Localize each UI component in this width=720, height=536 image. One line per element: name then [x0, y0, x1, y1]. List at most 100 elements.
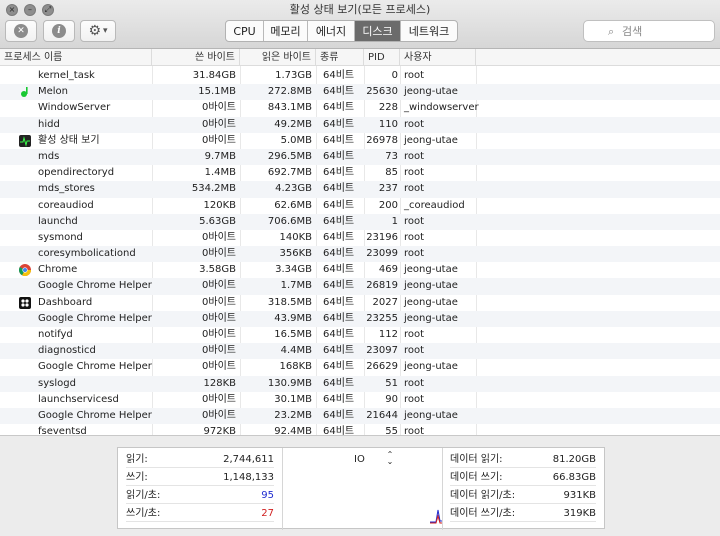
table-row[interactable]: Melon 15.1MB 272.8MB 64비트 25630 jeong-utae: [0, 84, 720, 101]
process-name-cell: syslogd: [38, 377, 76, 389]
column-header-bytes-read[interactable]: 읽은 바이트: [240, 49, 316, 66]
stop-process-icon: ✕: [14, 24, 28, 38]
column-header-user[interactable]: 사용자: [400, 49, 476, 66]
bytes-read-cell: 1.73GB: [275, 70, 312, 81]
bytes-written-cell: 15.1MB: [198, 86, 236, 98]
table-row[interactable]: Dashboard 0바이트 318.5MB 64비트 2027 jeong-utae: [0, 295, 720, 311]
column-header-bytes-written[interactable]: 쓴 바이트: [152, 49, 240, 66]
table-row[interactable]: Google Chrome Helper 0바이트 23.2MB 64비트 21644 j…: [0, 407, 720, 425]
tab-memory[interactable]: 메모리: [264, 21, 308, 41]
bytes-read-cell: 130.9MB: [267, 377, 312, 389]
disk-stats-panel: 읽기: 2,744,611 쓰기: 1,148,133 읽기/초: 95 쓰기/초: 27 I…: [117, 447, 605, 530]
action-menu-button[interactable]: ⚙ ▾: [80, 20, 116, 42]
bytes-written-cell: 5.63GB: [199, 215, 236, 227]
process-name-cell: notifyd: [38, 329, 73, 340]
table-row[interactable]: kernel_task 31.84GB 1.73GB 64비트 0 root: [0, 68, 720, 84]
bytes-read-cell: 692.7MB: [267, 167, 312, 179]
process-name-cell: launchservicesd: [38, 393, 119, 405]
bytes-written-cell: 0바이트: [202, 118, 236, 130]
tab-cpu[interactable]: CPU: [226, 21, 264, 41]
stat-value: 2,744,611: [223, 454, 274, 465]
table-row[interactable]: Chrome 3.58GB 3.34GB 64비트 469 jeong-utae: [0, 262, 720, 278]
pid-cell: 2027: [372, 296, 398, 308]
quit-process-button[interactable]: ✕: [5, 20, 37, 42]
table-row[interactable]: launchservicesd 0바이트 30.1MB 64비트 90 root: [0, 392, 720, 408]
table-row[interactable]: mds_stores 534.2MB 4.23GB 64비트 237 root: [0, 181, 720, 198]
kind-cell: 64비트: [323, 393, 355, 405]
stat-label: 데이터 읽기:: [450, 454, 503, 465]
tab-network[interactable]: 네트워크: [401, 21, 457, 41]
search-field[interactable]: ⌕ 검색: [583, 20, 715, 42]
stat-label: 쓰기:: [126, 472, 148, 483]
table-row[interactable]: launchd 5.63GB 706.6MB 64비트 1 root: [0, 213, 720, 230]
pid-cell: 112: [378, 329, 398, 340]
process-name-cell: 활성 상태 보기: [38, 134, 100, 146]
bytes-read-cell: 843.1MB: [267, 102, 312, 114]
process-name-cell: diagnosticd: [38, 345, 96, 357]
table-row[interactable]: notifyd 0바이트 16.5MB 64비트 112 root: [0, 327, 720, 343]
bytes-read-cell: 62.6MB: [274, 199, 312, 211]
kind-cell: 64비트: [323, 70, 355, 81]
pid-cell: 237: [378, 183, 398, 195]
table-row[interactable]: 활성 상태 보기 0바이트 5.0MB 64비트 26978 jeong-utae: [0, 133, 720, 149]
bytes-read-cell: 30.1MB: [274, 393, 312, 405]
user-cell: _windowserver: [404, 102, 479, 114]
table-row[interactable]: Google Chrome Helper 0바이트 168KB 64비트 26629 je…: [0, 359, 720, 375]
column-header-pid[interactable]: PID: [364, 49, 400, 66]
inspect-process-button[interactable]: i: [43, 20, 75, 42]
table-row[interactable]: Google Chrome Helper 0바이트 1.7MB 64비트 26819 je…: [0, 278, 720, 295]
kind-cell: 64비트: [323, 134, 355, 146]
tab-label: 네트워크: [408, 25, 450, 38]
stat-value: 931KB: [563, 490, 596, 501]
tab-disk[interactable]: 디스크: [355, 21, 401, 41]
process-name-cell: kernel_task: [38, 70, 95, 81]
bytes-written-cell: 534.2MB: [191, 183, 236, 195]
tab-bar: CPU 메모리 에너지 디스크 네트워크: [225, 20, 458, 42]
stat-value: 95: [261, 490, 274, 501]
kind-cell: 64비트: [323, 231, 355, 243]
table-row[interactable]: coresymbolicationd 0바이트 356KB 64비트 23099 root: [0, 246, 720, 263]
bytes-written-cell: 9.7MB: [204, 150, 236, 162]
table-row[interactable]: sysmond 0바이트 140KB 64비트 23196 root: [0, 230, 720, 246]
bytes-written-cell: 0바이트: [202, 393, 236, 405]
user-cell: jeong-utae: [404, 409, 458, 421]
process-name-cell: Chrome: [38, 264, 78, 276]
table-row[interactable]: opendirectoryd 1.4MB 692.7MB 64비트 85 root: [0, 165, 720, 181]
column-header-process-name[interactable]: 프로세스 이름: [0, 49, 152, 66]
kind-cell: 64비트: [323, 426, 355, 435]
kind-cell: 64비트: [323, 377, 355, 389]
table-row[interactable]: fseventsd 972KB 92.4MB 64비트 55 root: [0, 424, 720, 435]
tab-energy[interactable]: 에너지: [308, 21, 355, 41]
kind-cell: 64비트: [323, 150, 355, 162]
bytes-read-cell: 272.8MB: [267, 86, 312, 98]
user-cell: root: [404, 248, 425, 260]
column-header-kind[interactable]: 종류: [316, 49, 364, 66]
stat-row: 쓰기/초: 27: [126, 506, 274, 522]
process-name-cell: coreaudiod: [38, 199, 94, 211]
user-cell: root: [404, 377, 425, 389]
graph-mode-selector[interactable]: ⌃ ⌄: [386, 451, 394, 466]
kind-cell: 64비트: [323, 361, 355, 373]
table-row[interactable]: coreaudiod 120KB 62.6MB 64비트 200 _coreaudiod: [0, 198, 720, 214]
table-row[interactable]: syslogd 128KB 130.9MB 64비트 51 root: [0, 375, 720, 392]
kind-cell: 64비트: [323, 199, 355, 211]
bytes-written-cell: 120KB: [203, 199, 236, 211]
bytes-read-cell: 49.2MB: [274, 118, 312, 130]
gear-icon: ⚙: [88, 23, 102, 39]
table-row[interactable]: Google Chrome Helper 0바이트 43.9MB 64비트 23255 j…: [0, 310, 720, 327]
table-row[interactable]: WindowServer 0바이트 843.1MB 64비트 228 _windowser…: [0, 100, 720, 116]
process-table: 프로세스 이름 쓴 바이트 읽은 바이트 종류 PID 사용자 kernel_t…: [0, 49, 720, 435]
table-row[interactable]: mds 9.7MB 296.5MB 64비트 73 root: [0, 148, 720, 166]
process-name-cell: fseventsd: [38, 426, 87, 435]
process-name-cell: mds: [38, 150, 60, 162]
pid-cell: 110: [378, 118, 398, 130]
pid-cell: 55: [385, 426, 398, 435]
table-row[interactable]: hidd 0바이트 49.2MB 64비트 110 root: [0, 116, 720, 133]
bytes-read-cell: 706.6MB: [267, 215, 312, 227]
bytes-written-cell: 0바이트: [202, 409, 236, 421]
table-row[interactable]: diagnosticd 0바이트 4.4MB 64비트 23097 root: [0, 343, 720, 360]
disk-activity-graph: [430, 509, 442, 524]
bytes-written-cell: 0바이트: [202, 248, 236, 260]
bytes-read-cell: 3.34GB: [275, 264, 312, 276]
stat-label: 데이터 쓰기:: [450, 472, 503, 483]
